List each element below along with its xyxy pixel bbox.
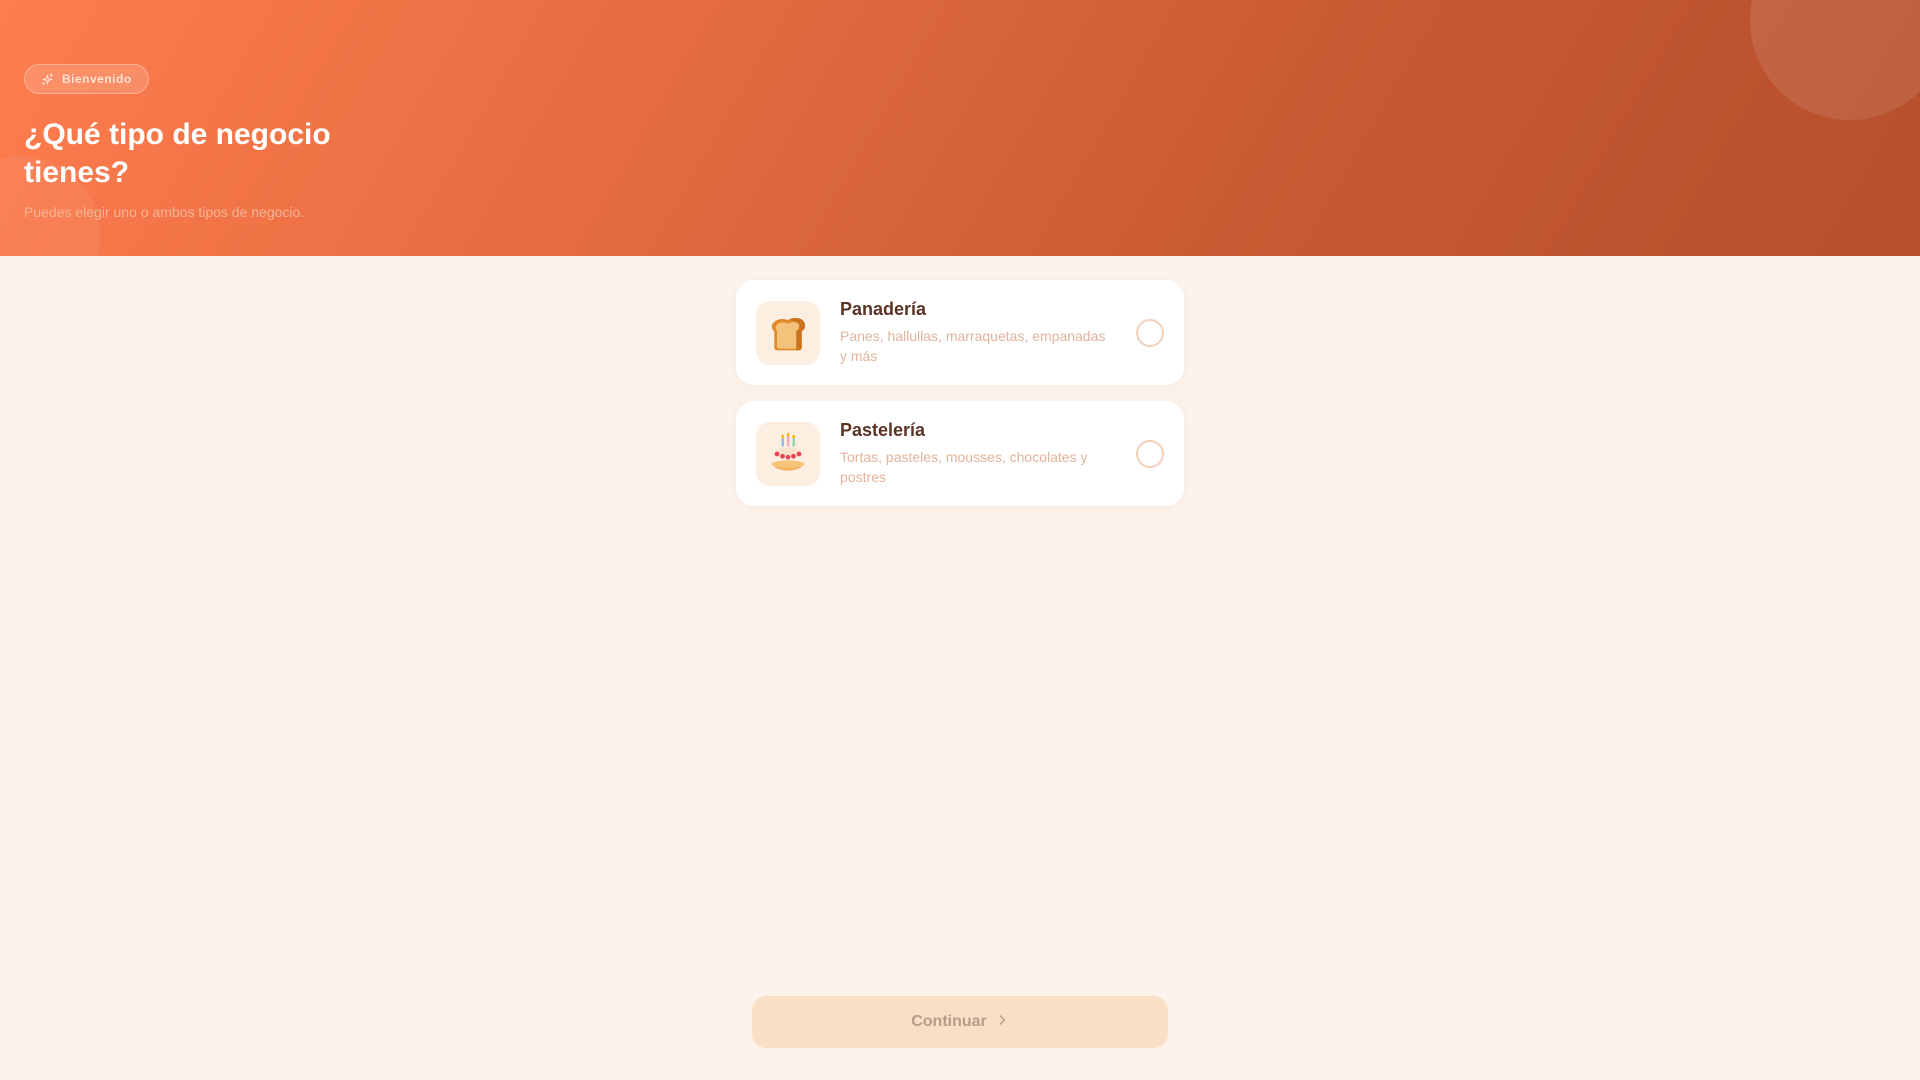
- birthday-cake-icon: [756, 421, 820, 486]
- option-description: Tortas, pasteles, mousses, chocolates y …: [840, 449, 1088, 485]
- business-type-options: Panadería Panes, hallullas, marraquetas,…: [736, 280, 1184, 522]
- option-card-panaderia[interactable]: Panadería Panes, hallullas, marraquetas,…: [736, 280, 1184, 385]
- page-subtitle: Puedes elegir uno o ambos tipos de negoc…: [24, 204, 305, 220]
- option-title: Panadería: [840, 299, 927, 319]
- page-title: ¿Qué tipo de negocio tienes?: [24, 118, 331, 189]
- option-title: Pastelería: [840, 420, 926, 440]
- sparkles-icon: [41, 73, 54, 86]
- decorative-circle: [1750, 0, 1920, 120]
- continue-label: Continuar: [911, 1013, 987, 1030]
- radio-button[interactable]: [1136, 318, 1164, 347]
- option-card-pasteleria[interactable]: Pastelería Tortas, pasteles, mousses, ch…: [736, 401, 1184, 506]
- continue-button[interactable]: Continuar: [752, 996, 1168, 1048]
- radio-button[interactable]: [1136, 439, 1164, 468]
- chevron-right-icon: [995, 1013, 1009, 1032]
- option-description: Panes, hallullas, marraquetas, empanadas…: [840, 328, 1106, 364]
- badge-label: Bienvenido: [62, 72, 132, 86]
- welcome-badge: Bienvenido: [24, 64, 149, 94]
- welcome-header: Bienvenido ¿Qué tipo de negocio tienes? …: [0, 0, 1920, 256]
- bread-icon: [756, 300, 820, 365]
